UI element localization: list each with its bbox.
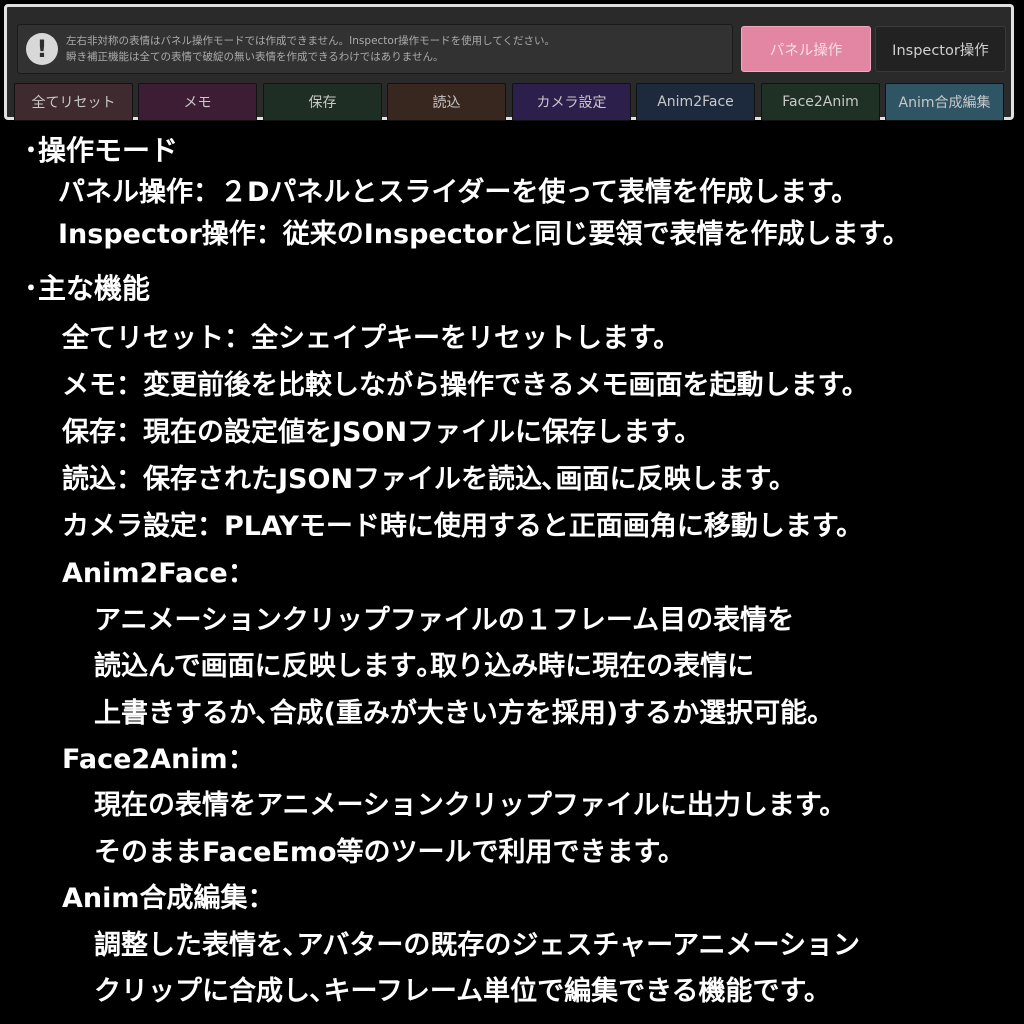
animedit-line-2: クリップに合成し､キーフレーム単位で編集できる機能です。: [94, 976, 831, 1007]
save-description: 保存：現在の設定値をJSONファイルに保存します。: [62, 417, 702, 448]
face2anim-title: Face2Anim：: [62, 744, 255, 775]
warning-line-1: 左右非対称の表情はパネル操作モードでは作成できません。Inspector操作モー…: [66, 35, 556, 47]
anim2face-title: Anim2Face：: [62, 558, 255, 589]
face2anim-line-2: そのままFaceEmo等のツールで利用できます。: [94, 837, 685, 868]
memo-button[interactable]: メモ: [138, 83, 257, 121]
face2anim-button[interactable]: Face2Anim: [761, 83, 880, 121]
warning-text: 左右非対称の表情はパネル操作モードでは作成できません。Inspector操作モー…: [66, 33, 724, 65]
mode-panel-text: パネル操作：２Dパネルとスライダーを使って表情を作成します。: [58, 177, 859, 208]
memo-description: メモ：変更前後を比較しながら操作できるメモ画面を起動します。: [62, 370, 869, 401]
mode-heading: ･操作モード: [24, 134, 179, 167]
warning-line-2: 瞬き補正機能は全ての表情で破綻の無い表情を作成できるわけではありません。: [66, 51, 444, 63]
load-button[interactable]: 読込: [387, 83, 506, 121]
features-heading: ･主な機能: [24, 272, 151, 305]
animedit-title: Anim合成編集：: [62, 883, 275, 914]
reset-all-button[interactable]: 全てリセット: [14, 83, 133, 121]
inspector-mode-button[interactable]: Inspector操作: [875, 26, 1006, 72]
camera-settings-button[interactable]: カメラ設定: [512, 83, 631, 121]
anim2face-line-3: 上書きするか､合成(重みが大きい方を採用)するか選択可能。: [94, 698, 835, 729]
face2anim-line-1: 現在の表情をアニメーションクリップファイルに出力します。: [94, 790, 847, 821]
toolbar-panel: ! 左右非対称の表情はパネル操作モードでは作成できません。Inspector操作…: [4, 4, 1014, 121]
anim2face-line-1: アニメーションクリップファイルの１フレーム目の表情を: [94, 605, 795, 636]
exclamation-icon: !: [26, 33, 58, 65]
save-button[interactable]: 保存: [263, 83, 382, 121]
camera-description: カメラ設定：PLAYモード時に使用すると正面画角に移動します。: [62, 511, 864, 542]
warning-box: ! 左右非対称の表情はパネル操作モードでは作成できません。Inspector操作…: [17, 24, 733, 74]
anim2face-button[interactable]: Anim2Face: [636, 83, 755, 121]
reset-description: 全てリセット：全シェイプキーをリセットします。: [62, 323, 681, 354]
animedit-line-1: 調整した表情を､アバターの既存のジェスチャーアニメーション: [94, 930, 860, 961]
mode-inspector-text: Inspector操作：従来のInspectorと同じ要領で表情を作成します。: [58, 219, 910, 250]
anim-compose-edit-button[interactable]: Anim合成編集: [885, 83, 1004, 121]
anim2face-line-2: 読込んで画面に反映します｡取り込み時に現在の表情に: [94, 651, 755, 682]
panel-mode-button[interactable]: パネル操作: [741, 26, 871, 72]
load-description: 読込：保存されたJSONファイルを読込､画面に反映します。: [62, 464, 796, 495]
